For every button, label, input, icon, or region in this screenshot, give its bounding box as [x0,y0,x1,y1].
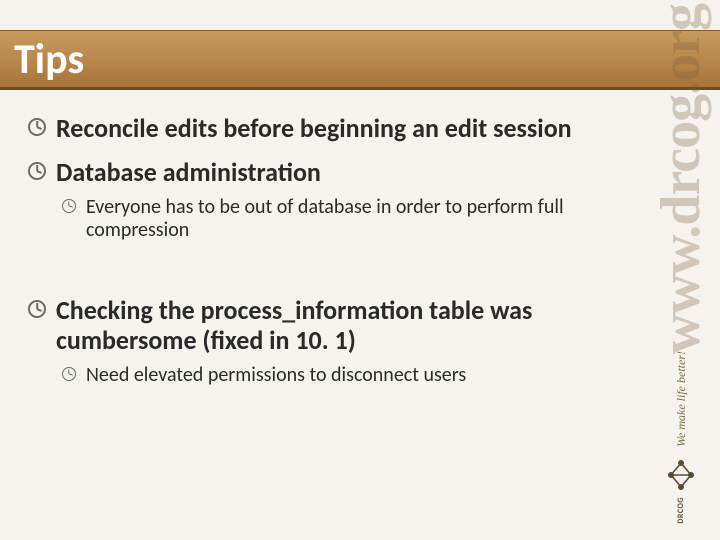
sub-bullet-text: Need elevated permissions to disconnect … [86,364,466,387]
sub-bullet-item: Need elevated permissions to disconnect … [62,364,630,387]
watermark-url: www.drcog.org [653,4,709,354]
tagline: We make life better! [674,351,689,447]
logo-icon [661,453,701,497]
sub-bullet-text: Everyone has to be out of database in or… [86,196,630,242]
bullet-item: Database administration [28,158,630,188]
org-abbrev: DRCOG [676,497,686,524]
sub-bullet-item: Everyone has to be out of database in or… [62,196,630,242]
clock-icon [28,162,46,180]
logo-block: We make life better! DRCOG [650,351,712,528]
bullet-text: Reconcile edits before beginning an edit… [56,114,572,144]
spacer [28,252,630,282]
clock-icon [62,199,76,213]
slide-title: Tips [14,34,84,85]
content-area: Reconcile edits before beginning an edit… [28,100,630,520]
bullet-item: Reconcile edits before beginning an edit… [28,114,630,144]
bullet-item: Checking the process_information table w… [28,296,630,356]
clock-icon [28,300,46,318]
side-branding: www.drcog.org We make life better! DRCOG [642,0,720,540]
bullet-text: Database administration [56,158,321,188]
title-band: Tips [0,30,720,90]
bullet-text: Checking the process_information table w… [56,296,630,356]
clock-icon [62,367,76,381]
clock-icon [28,118,46,136]
